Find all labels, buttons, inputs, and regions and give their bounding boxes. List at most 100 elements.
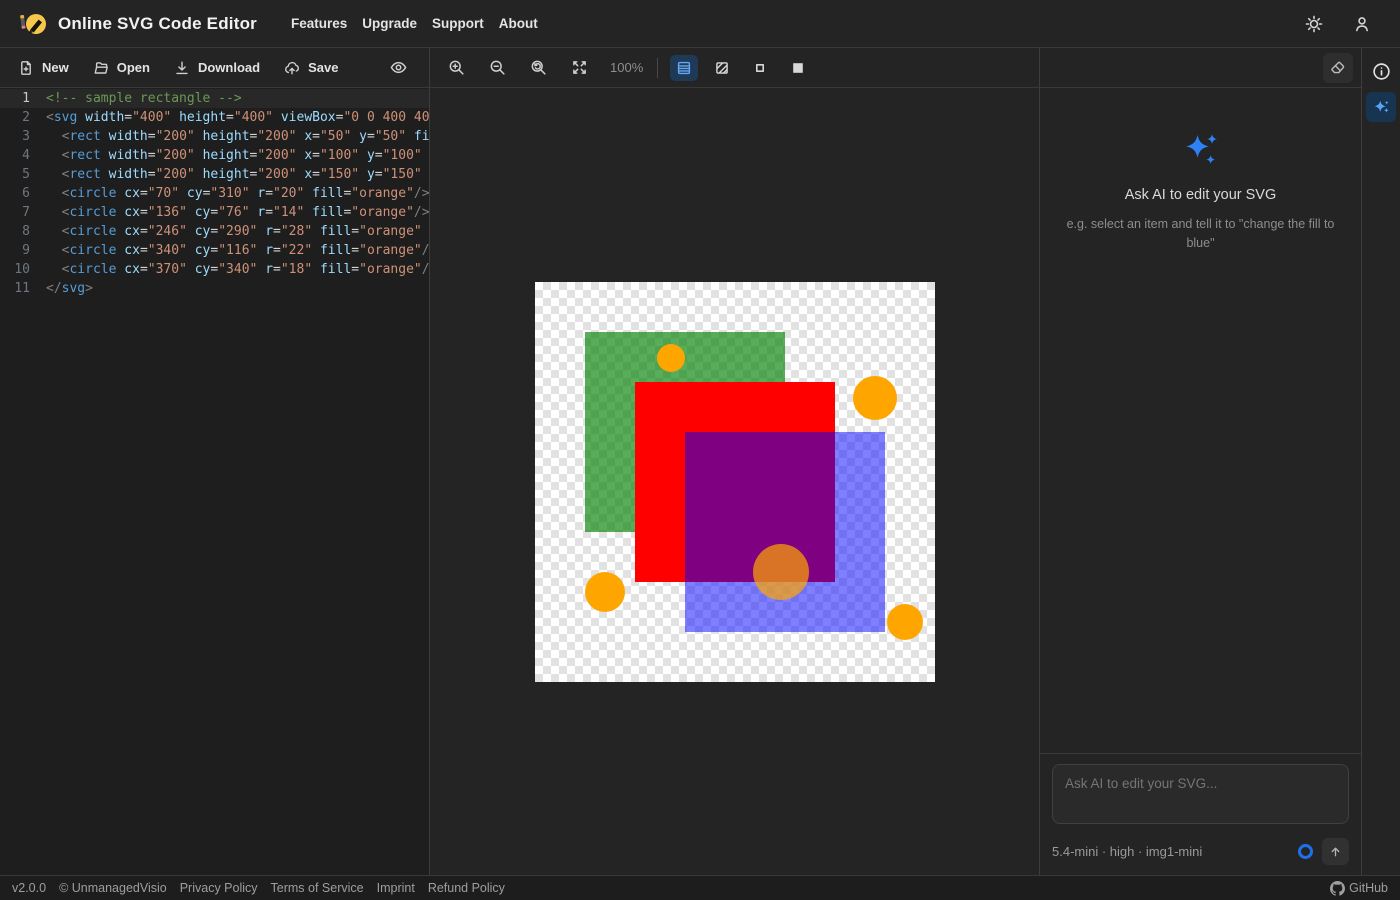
ai-assistant-panel: Ask AI to edit your SVG e.g. select an i… [1040,48,1362,875]
eye-icon [390,61,407,74]
line-number: 3 [22,129,30,144]
preview-toolbar: 100% [430,48,1039,88]
background-hatch-button[interactable] [708,55,736,81]
zoom-in-icon [449,60,464,75]
code-line[interactable]: 11 </svg> [0,279,429,298]
zoom-level-display: 100% [610,60,644,75]
rect-shape[interactable] [684,431,885,632]
nav-item-support[interactable]: Support [432,12,484,35]
nav-item-upgrade[interactable]: Upgrade [362,12,417,35]
code-text: <circle cx="246" cy="290" r="28" fill="o… [61,224,422,239]
github-icon [1330,880,1346,896]
nav-item-features[interactable]: Features [291,12,347,35]
circle-shape[interactable] [584,571,625,612]
zoom-reset-button[interactable] [522,53,555,82]
status-ring-icon [1298,844,1313,859]
line-number: 10 [14,262,30,277]
account-button[interactable] [1350,12,1374,36]
zoom-reset-icon [531,60,546,75]
imprint-link[interactable]: Imprint [377,881,415,895]
terms-of-service-link[interactable]: Terms of Service [271,881,364,895]
info-tab-button[interactable] [1366,56,1396,86]
fit-screen-icon [573,61,586,74]
theme-toggle-button[interactable] [1302,12,1326,36]
ai-input-section: 5.4-mini · high · img1-mini [1040,753,1361,875]
circle-shape[interactable] [752,543,809,600]
privacy-policy-link[interactable]: Privacy Policy [180,881,258,895]
diagonal-hatch-icon [716,61,729,74]
info-icon [1372,62,1390,80]
toolbar-separator [657,57,659,78]
new-button[interactable]: New [8,54,79,82]
code-line[interactable]: 9 <circle cx="340" cy="116" r="22" fill=… [0,241,429,260]
app-header: Online SVG Code Editor Features Upgrade … [0,0,1400,48]
theme-sun-icon [1305,15,1323,32]
background-checker-button[interactable] [670,54,699,81]
main-nav: Features Upgrade Support About [291,12,538,35]
arrow-up-icon [1331,847,1340,857]
eraser-icon [1331,61,1345,73]
circle-shape[interactable] [852,375,897,420]
code-editor[interactable]: 1 <!-- sample rectangle --> 2 <svg width="4… [0,88,429,875]
ai-empty-hint: e.g. select an item and tell it to "chan… [1066,217,1335,251]
preview-area [430,88,1039,875]
background-solid-button[interactable] [784,55,812,81]
code-line[interactable]: 7 <circle cx="136" cy="76" r="14" fill="… [0,203,429,222]
code-line[interactable]: 5 <rect width="200" height="200" x="150"… [0,165,429,184]
ai-empty-title: Ask AI to edit your SVG [1124,187,1277,203]
ai-tab-button[interactable] [1366,92,1396,122]
code-line[interactable]: 10 <circle cx="370" cy="340" r="18" fill… [0,260,429,279]
sparkles-icon [1185,134,1217,164]
header-actions [1302,12,1382,36]
code-line[interactable]: 4 <rect width="200" height="200" x="100"… [0,146,429,165]
zoom-in-button[interactable] [440,53,473,82]
new-button-label: New [42,60,69,75]
ai-panel-toolbar [1040,48,1361,88]
ai-panel-body: Ask AI to edit your SVG e.g. select an i… [1040,88,1361,875]
code-line[interactable]: 6 <circle cx="70" cy="310" r="20" fill="… [0,184,429,203]
line-number: 7 [22,205,30,220]
rendered-svg [584,331,923,640]
code-text: <circle cx="70" cy="310" r="20" fill="or… [61,186,429,201]
model-info-label[interactable]: 5.4-mini · high · img1-mini [1052,844,1202,859]
cloud-upload-icon [285,61,300,74]
save-button[interactable]: Save [274,54,348,82]
github-link[interactable]: GitHub [1330,880,1388,896]
code-text: <circle cx="370" cy="340" r="18" fill="o… [61,262,429,277]
square-outline-icon [756,63,765,72]
code-text: <rect width="200" height="200" x="100" y… [61,148,422,163]
code-text: <rect width="200" height="200" x="150" y… [61,167,422,182]
user-icon [1356,16,1368,31]
app-window: Online SVG Code Editor Features Upgrade … [0,0,1400,900]
circle-shape[interactable] [886,603,923,640]
code-text: </svg> [46,281,93,296]
nav-item-about[interactable]: About [499,12,538,35]
open-button-label: Open [116,60,150,75]
refund-policy-link[interactable]: Refund Policy [428,881,505,895]
copyright-label: © UnmanagedVisio [59,881,167,895]
background-outline-button[interactable] [746,55,774,81]
preview-visibility-button[interactable] [380,53,417,82]
fit-screen-button[interactable] [563,53,596,82]
code-text: <circle cx="340" cy="116" r="22" fill="o… [61,243,429,258]
line-number: 4 [22,148,30,163]
svg-canvas[interactable] [534,281,935,682]
sparkles-icon [1374,100,1389,113]
circle-shape[interactable] [656,343,685,372]
zoom-out-button[interactable] [481,53,514,82]
code-text: <rect width="200" height="200" x="50" y=… [61,129,429,144]
code-line[interactable]: 2 <svg width="400" height="400" viewBox="… [0,108,429,127]
open-button[interactable]: Open [83,54,160,82]
clear-chat-button[interactable] [1323,52,1353,83]
version-label: v2.0.0 [12,881,47,895]
github-label: GitHub [1349,881,1388,895]
code-line[interactable]: 3 <rect width="200" height="200" x="50" … [0,127,429,146]
send-prompt-button[interactable] [1322,838,1349,865]
code-line[interactable]: 8 <circle cx="246" cy="290" r="28" fill=… [0,222,429,241]
line-number: 11 [14,281,30,296]
download-button[interactable]: Download [164,54,270,82]
code-line[interactable]: 1 <!-- sample rectangle --> [0,89,429,108]
ai-prompt-input[interactable] [1052,764,1349,824]
download-icon [176,61,188,74]
app-logo-icon [18,10,48,38]
